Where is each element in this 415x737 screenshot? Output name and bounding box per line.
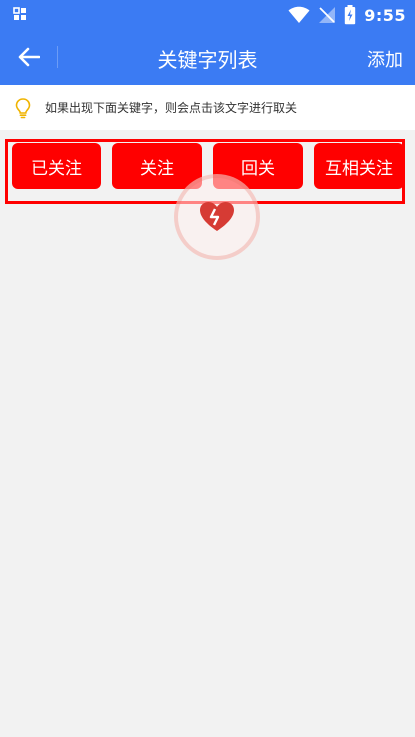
- keyword-button[interactable]: 已关注: [12, 143, 101, 189]
- page-title: 关键字列表: [157, 48, 258, 72]
- notification-grid-icon: [13, 7, 26, 20]
- wifi-icon: [288, 6, 310, 23]
- back-button[interactable]: [12, 42, 46, 72]
- status-icons: 9:55: [288, 4, 406, 26]
- back-divider: [57, 46, 58, 68]
- battery-charging-icon: [345, 5, 356, 25]
- keyword-button[interactable]: 互相关注: [314, 143, 404, 189]
- status-time: 9:55: [364, 5, 406, 25]
- keyword-button[interactable]: 关注: [112, 143, 202, 189]
- heart-loading-icon: [200, 202, 234, 231]
- status-bar: 9:55: [0, 0, 415, 30]
- tip-text: 如果出现下面关键字，则会点击该文字进行取关: [45, 101, 298, 115]
- loading-indicator: [174, 174, 260, 260]
- lightbulb-icon: [15, 97, 31, 118]
- signal-off-icon: [319, 7, 336, 23]
- arrow-left-icon: [18, 47, 40, 67]
- tip-bar: 如果出现下面关键字，则会点击该文字进行取关: [0, 85, 415, 130]
- add-button[interactable]: 添加: [367, 46, 403, 72]
- app-bar: 关键字列表 添加: [0, 30, 415, 85]
